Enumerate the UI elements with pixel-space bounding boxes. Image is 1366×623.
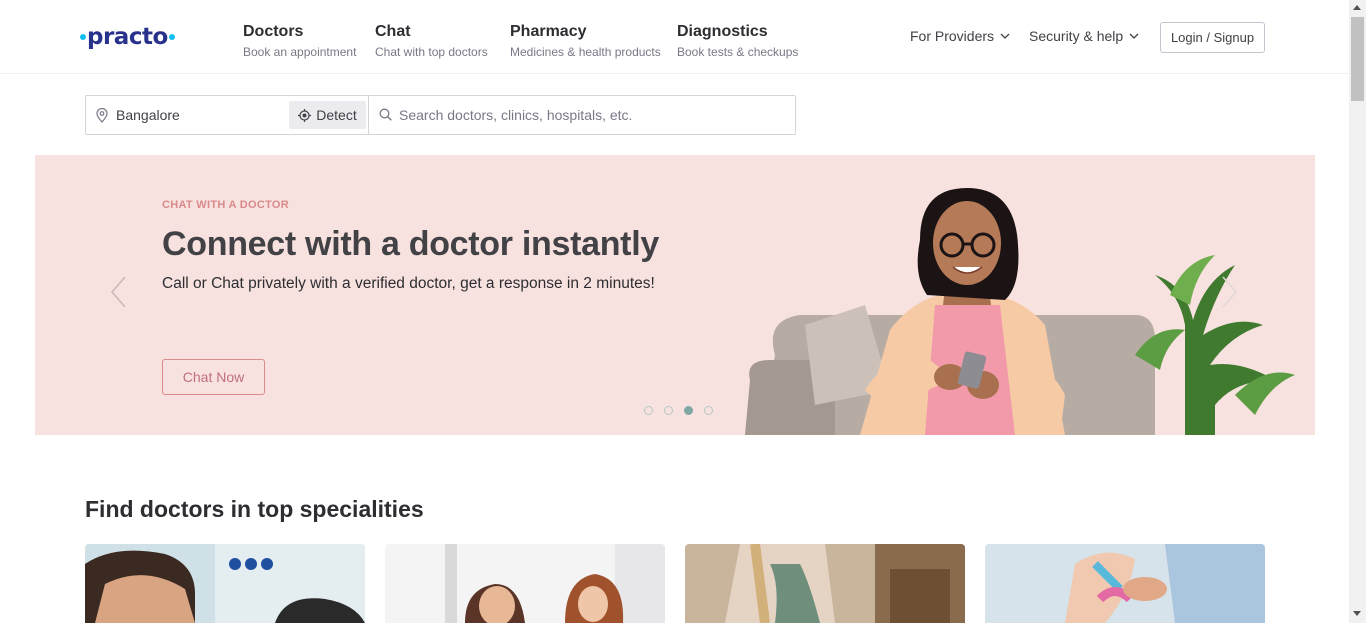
- logo-dot-right: [168, 34, 175, 40]
- speciality-card-gynaecology[interactable]: [385, 544, 665, 623]
- login-signup-button[interactable]: Login / Signup: [1160, 22, 1265, 53]
- for-providers-label: For Providers: [910, 28, 995, 44]
- speciality-image: [985, 544, 1265, 623]
- detect-label: Detect: [316, 107, 357, 123]
- carousel-next-arrow-icon[interactable]: [1221, 275, 1239, 309]
- speciality-image: [685, 544, 965, 623]
- carousel-dots: [644, 406, 713, 415]
- security-help-label: Security & help: [1029, 28, 1124, 44]
- speciality-image: [85, 544, 365, 623]
- speciality-card-dermatology[interactable]: [685, 544, 965, 623]
- nav-pharmacy[interactable]: Pharmacy Medicines & health products: [510, 22, 661, 61]
- logo-dot-left: [80, 34, 86, 40]
- security-help-menu[interactable]: Security & help: [1029, 28, 1139, 44]
- hero-subtitle: Call or Chat privately with a verified d…: [162, 275, 655, 292]
- crosshair-icon: [298, 108, 312, 122]
- detect-location-button[interactable]: Detect: [289, 101, 366, 129]
- top-header: practo Doctors Book an appointment Chat …: [0, 0, 1349, 74]
- nav-chat[interactable]: Chat Chat with top doctors: [375, 22, 488, 61]
- location-field[interactable]: Bangalore Detect: [86, 96, 369, 134]
- carousel-dot[interactable]: [664, 406, 673, 415]
- nav-diagnostics[interactable]: Diagnostics Book tests & checkups: [677, 22, 798, 61]
- chat-now-button[interactable]: Chat Now: [162, 359, 265, 395]
- carousel-prev-arrow-icon[interactable]: [109, 275, 127, 309]
- speciality-image: [385, 544, 665, 623]
- nav-diagnostics-title: Diagnostics: [677, 23, 768, 40]
- page-scrollbar[interactable]: [1349, 0, 1366, 623]
- logo-text: practo: [87, 24, 168, 50]
- scroll-down-arrow-icon[interactable]: [1353, 611, 1361, 616]
- specialities-title: Find doctors in top specialities: [85, 496, 424, 522]
- location-pin-icon: [96, 108, 108, 123]
- search-bar: Bangalore Detect: [85, 95, 796, 135]
- hero-carousel: CHAT WITH A DOCTOR Connect with a doctor…: [35, 155, 1315, 435]
- search-input[interactable]: [399, 96, 789, 134]
- carousel-dot[interactable]: [704, 406, 713, 415]
- nav-doctors-subtitle: Book an appointment: [243, 45, 357, 59]
- carousel-dot[interactable]: [644, 406, 653, 415]
- speciality-card-dental[interactable]: [85, 544, 365, 623]
- nav-doctors-title: Doctors: [243, 23, 304, 40]
- nav-chat-title: Chat: [375, 23, 411, 40]
- scrollbar-thumb[interactable]: [1351, 17, 1364, 101]
- location-value: Bangalore: [116, 107, 180, 123]
- for-providers-menu[interactable]: For Providers: [910, 28, 1010, 44]
- search-icon: [379, 108, 392, 121]
- nav-doctors[interactable]: Doctors Book an appointment: [243, 22, 356, 61]
- speciality-card-physiotherapy[interactable]: [985, 544, 1265, 623]
- hero-eyebrow: CHAT WITH A DOCTOR: [162, 199, 289, 211]
- nav-pharmacy-subtitle: Medicines & health products: [510, 45, 661, 59]
- chevron-down-icon: [1000, 33, 1010, 39]
- practo-logo[interactable]: practo: [80, 22, 175, 52]
- chevron-down-icon: [1129, 33, 1139, 39]
- carousel-dot-active[interactable]: [684, 406, 693, 415]
- scroll-up-arrow-icon[interactable]: [1353, 5, 1361, 10]
- nav-pharmacy-title: Pharmacy: [510, 23, 587, 40]
- nav-diagnostics-subtitle: Book tests & checkups: [677, 45, 799, 59]
- doctor-search-field[interactable]: [369, 96, 795, 134]
- hero-title: Connect with a doctor instantly: [162, 225, 659, 263]
- nav-chat-subtitle: Chat with top doctors: [375, 45, 488, 59]
